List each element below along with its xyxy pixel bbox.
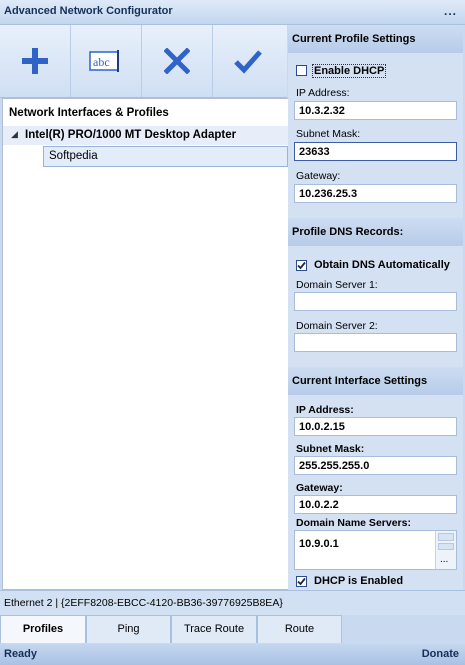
toolbar: abc (0, 25, 287, 98)
window-menu-button[interactable]: ... (444, 4, 457, 18)
dns-header: Profile DNS Records: (288, 218, 463, 246)
iface-ip-label: IP Address: (296, 404, 354, 416)
adapter-label: Intel(R) PRO/1000 MT Desktop Adapter (25, 129, 237, 141)
dns-server1-label: Domain Server 1: (296, 279, 378, 291)
profile-gateway-label: Gateway: (296, 170, 341, 182)
tab-route[interactable]: Route (257, 615, 342, 643)
status-bar: Ready Donate (0, 644, 465, 665)
adapter-node[interactable]: ◢ Intel(R) PRO/1000 MT Desktop Adapter (3, 126, 288, 145)
checkmark-icon (234, 50, 262, 74)
interface-settings-header: Current Interface Settings (288, 367, 463, 395)
interfaces-tree[interactable]: Network Interfaces & Profiles ◢ Intel(R)… (2, 98, 289, 590)
iface-dns-list[interactable]: 10.9.0.1 ... (294, 530, 457, 570)
tab-trace-route[interactable]: Trace Route (171, 615, 257, 643)
iface-mask-label: Subnet Mask: (296, 443, 365, 455)
iface-dns-value: 10.9.0.1 (299, 538, 339, 550)
dhcp-enabled-checkbox (296, 576, 307, 587)
iface-gateway-label: Gateway: (296, 482, 343, 494)
enable-dhcp-checkbox[interactable] (296, 65, 307, 76)
rename-icon: abc (89, 50, 119, 72)
profile-settings-header: Current Profile Settings (288, 25, 463, 53)
iface-mask-field: 255.255.255.0 (294, 456, 457, 475)
checkmark-icon (297, 577, 306, 586)
profile-mask-field[interactable]: 23633 (294, 142, 457, 161)
profile-ip-label: IP Address: (296, 87, 350, 99)
collapse-arrow-icon[interactable]: ◢ (11, 129, 18, 140)
iface-ip-field: 10.0.2.15 (294, 417, 457, 436)
bottom-tabs: Profiles Ping Trace Route Route (0, 615, 465, 643)
profile-gateway-field[interactable]: 10.236.25.3 (294, 184, 457, 203)
title-bar: Advanced Network Configurator ... (0, 0, 465, 25)
rename-profile-button[interactable]: abc (71, 25, 142, 97)
adapter-info-text: Ethernet 2 | {2EFF8208-EBCC-4120-BB36-39… (4, 597, 283, 609)
profile-ip-field[interactable]: 10.3.2.32 (294, 101, 457, 120)
obtain-dns-checkbox[interactable] (296, 260, 307, 271)
delete-profile-button[interactable] (142, 25, 213, 97)
tab-ping[interactable]: Ping (86, 615, 171, 643)
dhcp-enabled-label: DHCP is Enabled (314, 575, 404, 587)
rename-icon-text: abc (93, 55, 110, 69)
dns-server1-field[interactable] (294, 292, 457, 311)
dns-list-scrollbar[interactable]: ... (435, 531, 456, 569)
dns-server2-label: Domain Server 2: (296, 320, 378, 332)
status-text: Ready (4, 648, 38, 660)
settings-panel: Current Profile Settings Enable DHCP IP … (288, 25, 463, 590)
checkmark-icon (297, 261, 306, 270)
obtain-dns-label[interactable]: Obtain DNS Automatically (314, 259, 450, 271)
profile-node[interactable]: Softpedia (43, 146, 288, 167)
adapter-info-bar: Ethernet 2 | {2EFF8208-EBCC-4120-BB36-39… (0, 590, 465, 615)
window-title: Advanced Network Configurator (4, 5, 173, 17)
x-icon (164, 48, 190, 74)
donate-link[interactable]: Donate (422, 648, 459, 660)
apply-profile-button[interactable] (213, 25, 283, 97)
add-profile-button[interactable] (0, 25, 71, 97)
profile-label: Softpedia (49, 150, 98, 162)
profile-mask-label: Subnet Mask: (296, 128, 361, 140)
iface-gateway-field: 10.0.2.2 (294, 495, 457, 514)
iface-dns-label: Domain Name Servers: (296, 517, 411, 529)
plus-icon (22, 48, 48, 74)
tree-heading: Network Interfaces & Profiles (9, 107, 169, 119)
dns-server2-field[interactable] (294, 333, 457, 352)
enable-dhcp-label[interactable]: Enable DHCP (312, 64, 387, 78)
ellipsis-button[interactable]: ... (440, 554, 448, 565)
tab-profiles[interactable]: Profiles (0, 615, 86, 643)
